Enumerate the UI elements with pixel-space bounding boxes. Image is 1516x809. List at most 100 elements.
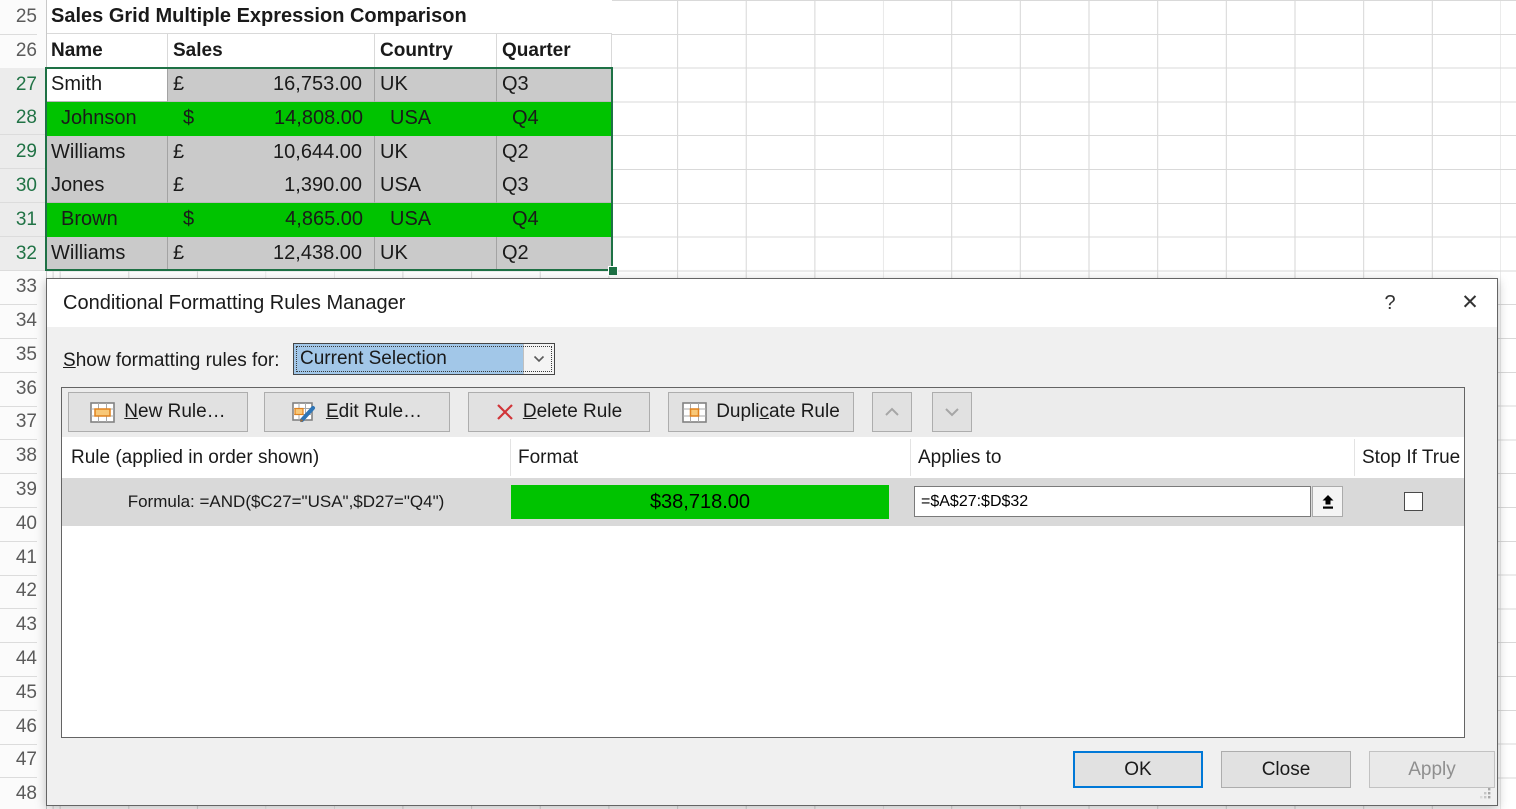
collapse-dialog-button[interactable] <box>1312 486 1343 517</box>
row-header-39[interactable]: 39 <box>0 473 37 508</box>
row-header-46[interactable]: 46 <box>0 710 37 745</box>
close-icon[interactable]: ✕ <box>1454 279 1486 327</box>
column-rule: Rule (applied in order shown) <box>71 437 319 478</box>
cell-quarter[interactable]: Q3 <box>497 68 612 102</box>
row-header-47[interactable]: 47 <box>0 743 37 778</box>
close-button[interactable]: Close <box>1221 751 1351 788</box>
row-header-42[interactable]: 42 <box>0 574 37 609</box>
show-rules-dropdown[interactable]: Current Selection <box>293 343 555 375</box>
currency-symbol: £ <box>173 169 184 202</box>
move-rule-up-button[interactable] <box>872 392 912 432</box>
amount: 12,438.00 <box>273 237 362 270</box>
row-header-30[interactable]: 30 <box>0 169 46 203</box>
row-header-40[interactable]: 40 <box>0 507 37 542</box>
header-sales[interactable]: Sales <box>168 34 375 68</box>
cell-name[interactable]: Brown <box>46 203 168 237</box>
header-name[interactable]: Name <box>46 34 168 68</box>
show-rules-label: Show formatting rules for: <box>63 345 280 376</box>
row-header-45[interactable]: 45 <box>0 676 37 711</box>
dialog-title: Conditional Formatting Rules Manager <box>63 279 405 327</box>
cell-country[interactable]: UK <box>375 237 497 271</box>
duplicate-rule-button[interactable]: Duplicate Rule <box>668 392 854 432</box>
cell-country[interactable]: UK <box>375 68 497 102</box>
row-header-36[interactable]: 36 <box>0 372 37 407</box>
new-rule-button[interactable]: New Rule… <box>68 392 248 432</box>
ok-button[interactable]: OK <box>1073 751 1203 788</box>
amount: 16,753.00 <box>273 68 362 101</box>
row-header-34[interactable]: 34 <box>0 304 37 339</box>
cell-title[interactable]: Sales Grid Multiple Expression Compariso… <box>46 0 612 34</box>
cell-sales[interactable]: £16,753.00 <box>168 68 375 102</box>
edit-rule-label: Edit Rule… <box>326 401 422 423</box>
conditional-formatting-rules-manager-dialog: Conditional Formatting Rules Manager ? ✕… <box>46 278 1498 806</box>
cell-sales[interactable]: $14,808.00 <box>168 102 375 136</box>
row-header-25[interactable]: 25 <box>0 0 37 35</box>
row-header-35[interactable]: 35 <box>0 338 37 373</box>
cell-name[interactable]: Johnson <box>46 102 168 136</box>
cell-name[interactable]: Williams <box>46 237 168 271</box>
new-rule-label: New Rule… <box>124 401 225 423</box>
cell-quarter[interactable]: Q4 <box>497 203 612 237</box>
collapse-range-icon <box>1320 494 1336 510</box>
cell-quarter[interactable]: Q2 <box>497 237 612 271</box>
row-header-37[interactable]: 37 <box>0 405 37 440</box>
cell-sales[interactable]: £12,438.00 <box>168 237 375 271</box>
cell-country[interactable]: USA <box>375 203 497 237</box>
row-header-44[interactable]: 44 <box>0 642 37 677</box>
row-header-43[interactable]: 43 <box>0 608 37 643</box>
cell-sales[interactable]: $4,865.00 <box>168 203 375 237</box>
column-stop-if-true: Stop If True <box>1362 437 1460 478</box>
cell-sales[interactable]: £10,644.00 <box>168 136 375 170</box>
resize-grip[interactable] <box>1478 786 1492 800</box>
rules-list-box: New Rule… Edit Rule… <box>61 387 1465 738</box>
cell-quarter[interactable]: Q3 <box>497 169 612 203</box>
cell-sales[interactable]: £1,390.00 <box>168 169 375 203</box>
row-header-32[interactable]: 32 <box>0 237 46 271</box>
new-rule-grid-icon <box>90 402 115 423</box>
help-icon[interactable]: ? <box>1374 279 1406 327</box>
table-row-30: Jones£1,390.00USAQ3 <box>46 169 612 203</box>
fill-handle[interactable] <box>608 266 618 276</box>
row-header-48[interactable]: 48 <box>0 777 37 809</box>
stop-if-true-checkbox[interactable] <box>1404 492 1423 511</box>
edit-rule-button[interactable]: Edit Rule… <box>264 392 450 432</box>
row-header-31[interactable]: 31 <box>0 203 46 237</box>
currency-symbol: £ <box>173 136 184 169</box>
amount: 4,865.00 <box>285 203 363 237</box>
row-header-38[interactable]: 38 <box>0 439 37 474</box>
cell-name[interactable]: Jones <box>46 169 168 203</box>
excel-screen: 2526272829303132333435363738394041424344… <box>0 0 1516 809</box>
move-rule-down-button[interactable] <box>932 392 972 432</box>
amount: 10,644.00 <box>273 136 362 169</box>
rule-row[interactable]: Formula: =AND($C27="USA",$D27="Q4") $38,… <box>62 478 1464 526</box>
header-separator <box>1354 439 1355 476</box>
column-applies-to: Applies to <box>918 437 1001 478</box>
cell-country[interactable]: UK <box>375 136 497 170</box>
cell-name[interactable]: Williams <box>46 136 168 170</box>
rules-toolbar: New Rule… Edit Rule… <box>62 388 1464 438</box>
row-header-27[interactable]: 27 <box>0 68 46 102</box>
header-quarter[interactable]: Quarter <box>497 34 612 68</box>
cell-quarter[interactable]: Q2 <box>497 136 612 170</box>
chevron-down-icon <box>944 407 960 417</box>
row-header-28[interactable]: 28 <box>0 101 46 135</box>
cell-country[interactable]: USA <box>375 169 497 203</box>
dialog-titlebar[interactable]: Conditional Formatting Rules Manager ? ✕ <box>47 279 1497 327</box>
amount: 14,808.00 <box>274 102 363 136</box>
cell-quarter[interactable]: Q4 <box>497 102 612 136</box>
row-header-29[interactable]: 29 <box>0 135 46 169</box>
applies-to-input[interactable] <box>914 486 1311 517</box>
row-header-33[interactable]: 33 <box>0 270 37 305</box>
row-header-26[interactable]: 26 <box>0 34 37 69</box>
dropdown-button[interactable] <box>523 344 554 374</box>
row-header-41[interactable]: 41 <box>0 541 37 576</box>
rules-list-header: Rule (applied in order shown) Format App… <box>62 437 1464 478</box>
delete-rule-button[interactable]: Delete Rule <box>468 392 650 432</box>
header-country[interactable]: Country <box>375 34 497 68</box>
cell-name[interactable]: Smith <box>46 68 168 102</box>
currency-symbol: $ <box>183 102 194 136</box>
cell-country[interactable]: USA <box>375 102 497 136</box>
edit-rule-pencil-icon <box>292 402 317 423</box>
table-row-32: Williams£12,438.00UKQ2 <box>46 237 612 271</box>
header-separator <box>910 439 911 476</box>
